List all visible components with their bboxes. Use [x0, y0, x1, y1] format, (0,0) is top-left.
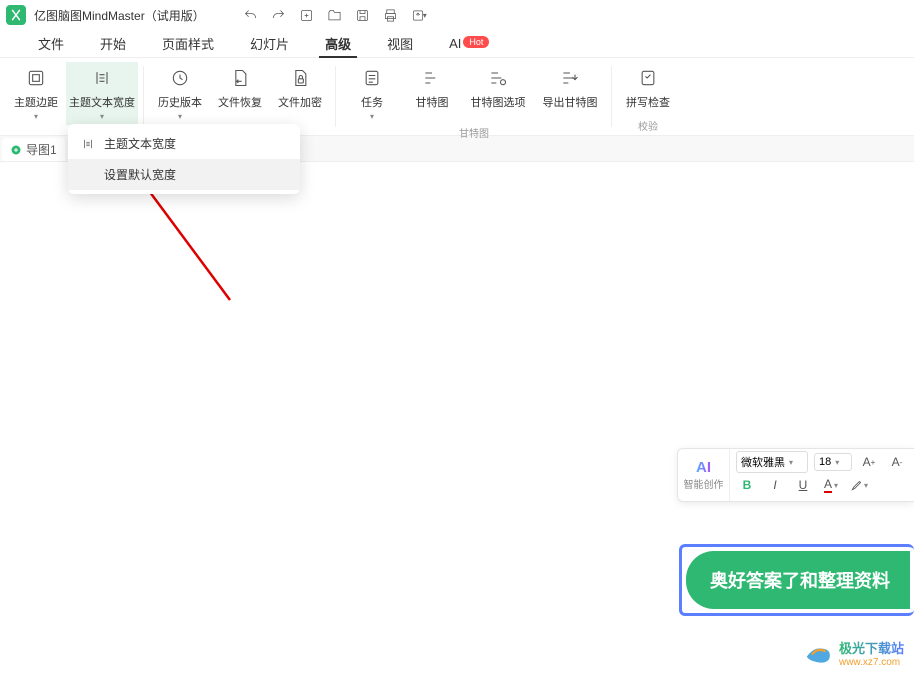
menu-slideshow[interactable]: 幻灯片 — [232, 30, 307, 57]
decrease-font-button[interactable]: A- — [886, 452, 908, 472]
undo-icon[interactable] — [243, 7, 259, 23]
gantt-options-button[interactable]: 甘特图选项 — [462, 62, 534, 125]
watermark-icon — [803, 638, 833, 668]
print-icon[interactable] — [383, 7, 399, 23]
font-family-select[interactable]: 微软雅黑▾ — [736, 451, 808, 473]
menu-ai[interactable]: AIHot — [431, 32, 507, 55]
menu-view[interactable]: 视图 — [369, 30, 431, 57]
file-restore-button[interactable]: 文件恢复 — [210, 62, 270, 125]
floating-format-toolbar: AI 智能创作 微软雅黑▾ 18▾ A+ A- B I U A▾ ▾ — [677, 448, 914, 502]
ai-create-button[interactable]: AI 智能创作 — [678, 449, 730, 501]
hot-badge: Hot — [463, 36, 489, 48]
open-icon[interactable] — [327, 7, 343, 23]
topic-text-width-button[interactable]: 主题文本宽度 ▾ — [66, 62, 138, 125]
menu-advanced[interactable]: 高级 — [307, 30, 369, 57]
dropdown-item-text-width[interactable]: 主题文本宽度 — [68, 128, 300, 159]
watermark-title: 极光下载站 — [839, 638, 904, 657]
file-lock-icon — [288, 66, 312, 90]
add-page-icon[interactable] — [299, 7, 315, 23]
share-icon[interactable]: ▾ — [411, 7, 427, 23]
doc-tab-icon — [10, 144, 22, 156]
topic-margin-button[interactable]: 主题边距 ▾ — [6, 62, 66, 125]
group-label-verify: 校验 — [638, 118, 658, 133]
app-title: 亿图脑图MindMaster（试用版） — [34, 7, 205, 24]
history-icon — [168, 66, 192, 90]
redo-icon[interactable] — [271, 7, 287, 23]
document-tab[interactable]: 导图1 — [2, 138, 65, 161]
text-width-icon — [80, 136, 96, 152]
bold-button[interactable]: B — [736, 475, 758, 495]
save-icon[interactable] — [355, 7, 371, 23]
text-width-dropdown: 主题文本宽度 设置默认宽度 — [68, 124, 300, 194]
file-encrypt-button[interactable]: 文件加密 — [270, 62, 330, 125]
highlight-button[interactable]: ▾ — [848, 475, 870, 495]
history-version-button[interactable]: 历史版本 ▾ — [150, 62, 210, 125]
menu-home[interactable]: 开始 — [82, 30, 144, 57]
file-restore-icon — [228, 66, 252, 90]
export-gantt-button[interactable]: 导出甘特图 — [534, 62, 606, 125]
italic-button[interactable]: I — [764, 475, 786, 495]
spellcheck-button[interactable]: 拼写检查 — [618, 62, 678, 114]
topic-text[interactable]: 奥好答案了和整理资料 — [686, 551, 910, 609]
group-label-gantt: 甘特图 — [459, 125, 489, 140]
menu-file[interactable]: 文件 — [20, 30, 82, 57]
selected-topic-node[interactable]: 奥好答案了和整理资料 — [679, 544, 914, 616]
gantt-icon — [420, 66, 444, 90]
font-color-button[interactable]: A▾ — [820, 475, 842, 495]
task-button[interactable]: 任务 ▾ — [342, 62, 402, 125]
grid-icon — [24, 66, 48, 90]
underline-button[interactable]: U — [792, 475, 814, 495]
menu-page-style[interactable]: 页面样式 — [144, 30, 232, 57]
gantt-button[interactable]: 甘特图 — [402, 62, 462, 125]
spellcheck-icon — [636, 66, 660, 90]
increase-font-button[interactable]: A+ — [858, 452, 880, 472]
gantt-options-icon — [486, 66, 510, 90]
export-gantt-icon — [558, 66, 582, 90]
app-logo — [6, 5, 26, 25]
watermark: 极光下载站 www.xz7.com — [803, 638, 904, 668]
watermark-url: www.xz7.com — [839, 657, 904, 668]
task-icon — [360, 66, 384, 90]
text-width-icon — [90, 66, 114, 90]
dropdown-item-default-width[interactable]: 设置默认宽度 — [68, 159, 300, 190]
font-size-select[interactable]: 18▾ — [814, 453, 852, 471]
